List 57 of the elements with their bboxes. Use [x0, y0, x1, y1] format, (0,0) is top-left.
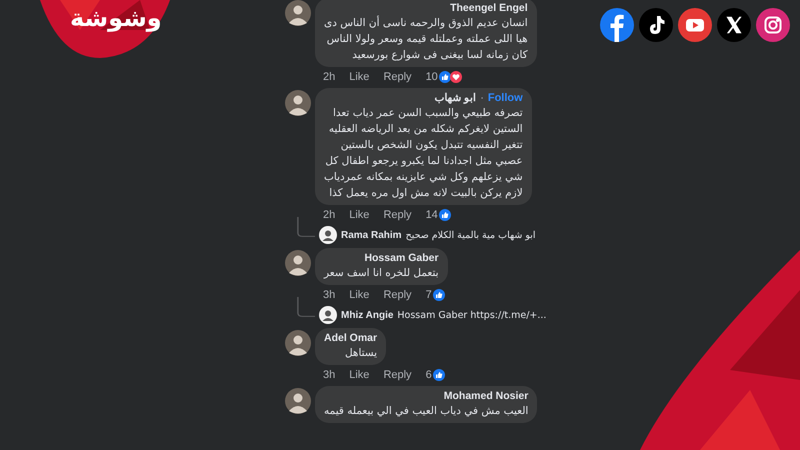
comment-text: لازم يركن بالبيت لانه مش اول مره يعمل كذا — [328, 186, 523, 201]
like-reaction-icon — [432, 289, 445, 301]
avatar-icon[interactable] — [285, 250, 311, 276]
comment-text: تصرفه طبيعي والسبب السن عمر دياب تعدا — [332, 106, 523, 121]
reply-link[interactable]: Reply — [383, 209, 412, 221]
youtube-icon[interactable] — [678, 8, 712, 42]
reaction-count[interactable]: 7 — [426, 289, 432, 301]
comment-text: عصبي مثل اجدادنا لما يكبرو يرجعو اطفال كل — [324, 154, 523, 169]
comment-text: شي يزعلهم وكل شي عايزينه بمكانه عمردياب — [324, 170, 523, 185]
comment-text: تتغير النفسيه تتبدل يكون الشخص بالستين — [340, 138, 523, 153]
comment-time[interactable]: 2h — [323, 71, 336, 83]
author-name[interactable]: Theengel Engel — [450, 1, 528, 15]
author-name[interactable]: Adel Omar — [324, 331, 378, 345]
facebook-icon[interactable] — [600, 8, 634, 42]
reply-link[interactable]: Reply — [383, 369, 412, 381]
comment-text: يستاهل — [344, 346, 378, 361]
reply-preview-text: Hossam Gaber https://t.me/+... — [397, 310, 546, 320]
reply-preview-text: ابو شهاب مية بالمية الكلام صحيح — [406, 230, 536, 240]
comment-text: الستين لايغركم شكله من بعد الرياضه العقليه — [328, 122, 523, 137]
comment-text: بتعمل للخره انا اسف سعر — [324, 266, 439, 281]
author-name[interactable]: Mohamed Nosier — [444, 389, 528, 403]
comment-text: انسان عديم الذوق والرحمه ناسى أن الناس دى — [324, 15, 528, 31]
like-reaction-icon — [432, 369, 445, 381]
reply-link[interactable]: Reply — [383, 289, 412, 301]
comment-time[interactable]: 3h — [323, 289, 336, 301]
like-reaction-icon — [438, 209, 451, 221]
reply-link[interactable]: Reply — [383, 71, 412, 83]
avatar-icon[interactable] — [319, 306, 337, 324]
avatar-icon[interactable] — [285, 330, 311, 356]
comment-text: هيا اللى عملته وعملتله قيمه وسعر ولولا الناس — [326, 32, 528, 47]
reply-author-name[interactable]: Rama Rahim — [341, 230, 402, 240]
separator-dot: · — [480, 92, 484, 104]
like-link[interactable]: Like — [349, 289, 370, 301]
author-name[interactable]: ابو شهاب — [434, 91, 476, 105]
avatar-icon[interactable] — [285, 388, 311, 414]
author-name[interactable]: Hossam Gaber — [364, 251, 439, 265]
reply-author-name[interactable]: Mhiz Angie — [341, 310, 394, 320]
comment-time[interactable]: 3h — [323, 369, 336, 381]
reaction-count[interactable]: 10 — [426, 71, 438, 83]
avatar-icon[interactable] — [285, 90, 311, 116]
instagram-icon[interactable] — [756, 8, 790, 42]
comment-time[interactable]: 2h — [323, 209, 336, 221]
reaction-count[interactable]: 6 — [426, 369, 432, 381]
thread-connector — [297, 297, 315, 317]
like-link[interactable]: Like — [349, 369, 370, 381]
avatar-icon[interactable] — [319, 226, 337, 244]
comment-text: كان زمانه لسا بيغنى فى شوارع بورسعيد — [351, 48, 528, 63]
like-link[interactable]: Like — [349, 71, 370, 83]
avatar-icon[interactable] — [285, 0, 311, 26]
heart-reaction-icon — [450, 71, 462, 83]
x-logo-icon[interactable] — [717, 8, 751, 42]
comment-text: العيب مش في دياب العيب في الي بيعمله قيمه — [324, 404, 528, 419]
site-logo: وشوشة — [70, 4, 162, 32]
reaction-count[interactable]: 14 — [426, 209, 438, 221]
like-link[interactable]: Like — [349, 209, 370, 221]
thread-connector — [297, 217, 315, 237]
tiktok-icon[interactable] — [639, 8, 673, 42]
